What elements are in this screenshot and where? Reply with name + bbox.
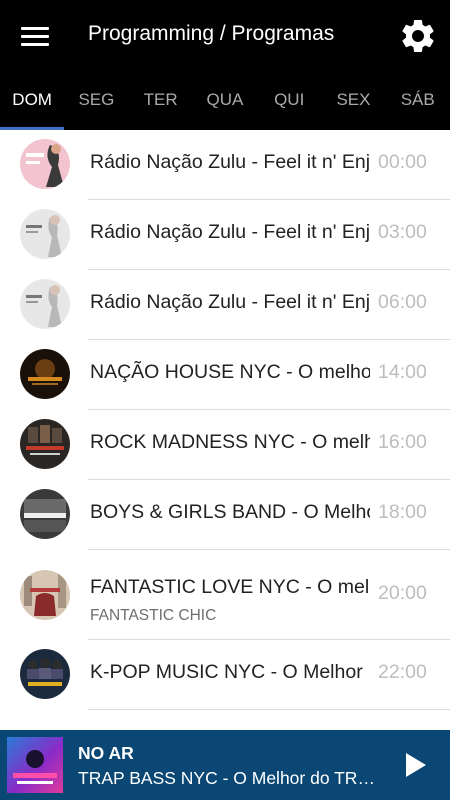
- program-row[interactable]: K-POP MUSIC NYC - O Melhor 22:00: [0, 640, 450, 710]
- program-title: FANTASTIC LOVE NYC - O melhor: [90, 576, 370, 598]
- program-time: 22:00: [378, 661, 427, 683]
- program-time: 14:00: [378, 361, 427, 383]
- program-row[interactable]: BOYS & GIRLS BAND - O Melhor 18:00: [0, 480, 450, 550]
- day-tabs: DOM SEG TER QUA QUI SEX SÁB: [0, 72, 450, 130]
- program-thumbnail: [20, 419, 70, 469]
- program-time: 00:00: [378, 151, 427, 173]
- tab-dom[interactable]: DOM: [0, 72, 65, 130]
- page-title: Programming / Programas: [88, 22, 335, 45]
- program-time: 03:00: [378, 221, 427, 243]
- program-time: 16:00: [378, 431, 427, 453]
- program-thumbnail: [20, 570, 70, 620]
- program-title: BOYS & GIRLS BAND - O Melhor: [90, 501, 370, 523]
- tab-qui[interactable]: QUI: [257, 72, 321, 130]
- program-thumbnail: [20, 139, 70, 189]
- program-thumbnail: [20, 209, 70, 259]
- program-thumbnail: [20, 349, 70, 399]
- program-list: Rádio Nação Zulu - Feel it n' Enjoy 00:0…: [0, 130, 450, 730]
- program-thumbnail: [20, 489, 70, 539]
- tab-sex[interactable]: SEX: [321, 72, 385, 130]
- program-title: NAÇÃO HOUSE NYC - O melhor: [90, 361, 370, 383]
- tab-sab[interactable]: SÁB: [386, 72, 450, 130]
- program-row[interactable]: Rádio Nação Zulu - Feel it n' Enjoy 03:0…: [0, 200, 450, 270]
- program-title: ROCK MADNESS NYC - O melhor: [90, 431, 370, 453]
- on-air-label: NO AR: [78, 743, 134, 763]
- program-time: 06:00: [378, 291, 427, 313]
- tab-ter[interactable]: TER: [129, 72, 193, 130]
- tab-seg[interactable]: SEG: [64, 72, 128, 130]
- gear-icon[interactable]: [398, 16, 438, 56]
- hamburger-menu-icon[interactable]: [14, 18, 56, 54]
- program-row[interactable]: Rádio Nação Zulu - Feel it n' Enjoy 00:0…: [0, 130, 450, 200]
- program-title: Rádio Nação Zulu - Feel it n' Enjoy: [90, 221, 370, 243]
- play-icon[interactable]: [398, 748, 432, 782]
- tab-qua[interactable]: QUA: [193, 72, 257, 130]
- program-row[interactable]: ROCK MADNESS NYC - O melhor 16:00: [0, 410, 450, 480]
- now-playing-bar[interactable]: NO AR TRAP BASS NYC - O Melhor do TRAP B…: [0, 730, 450, 800]
- program-title: Rádio Nação Zulu - Feel it n' Enjoy: [90, 151, 370, 173]
- program-title: K-POP MUSIC NYC - O Melhor: [90, 661, 363, 683]
- program-thumbnail: [20, 279, 70, 329]
- program-row[interactable]: Rádio Nação Zulu - Feel it n' Enjoy 06:0…: [0, 270, 450, 340]
- program-subtitle: FANTASTIC CHIC: [90, 607, 217, 624]
- now-playing-cover: [7, 737, 63, 793]
- program-row[interactable]: NAÇÃO HOUSE NYC - O melhor 14:00: [0, 340, 450, 410]
- program-time: 18:00: [378, 501, 427, 523]
- now-playing-title: TRAP BASS NYC - O Melhor do TRAP BASS NY…: [78, 768, 384, 788]
- app-bar: Programming / Programas: [0, 0, 450, 72]
- program-thumbnail: [20, 649, 70, 699]
- program-row[interactable]: FANTASTIC LOVE NYC - O melhor FANTASTIC …: [0, 550, 450, 640]
- program-title: Rádio Nação Zulu - Feel it n' Enjoy: [90, 291, 370, 313]
- program-time: 20:00: [378, 582, 427, 604]
